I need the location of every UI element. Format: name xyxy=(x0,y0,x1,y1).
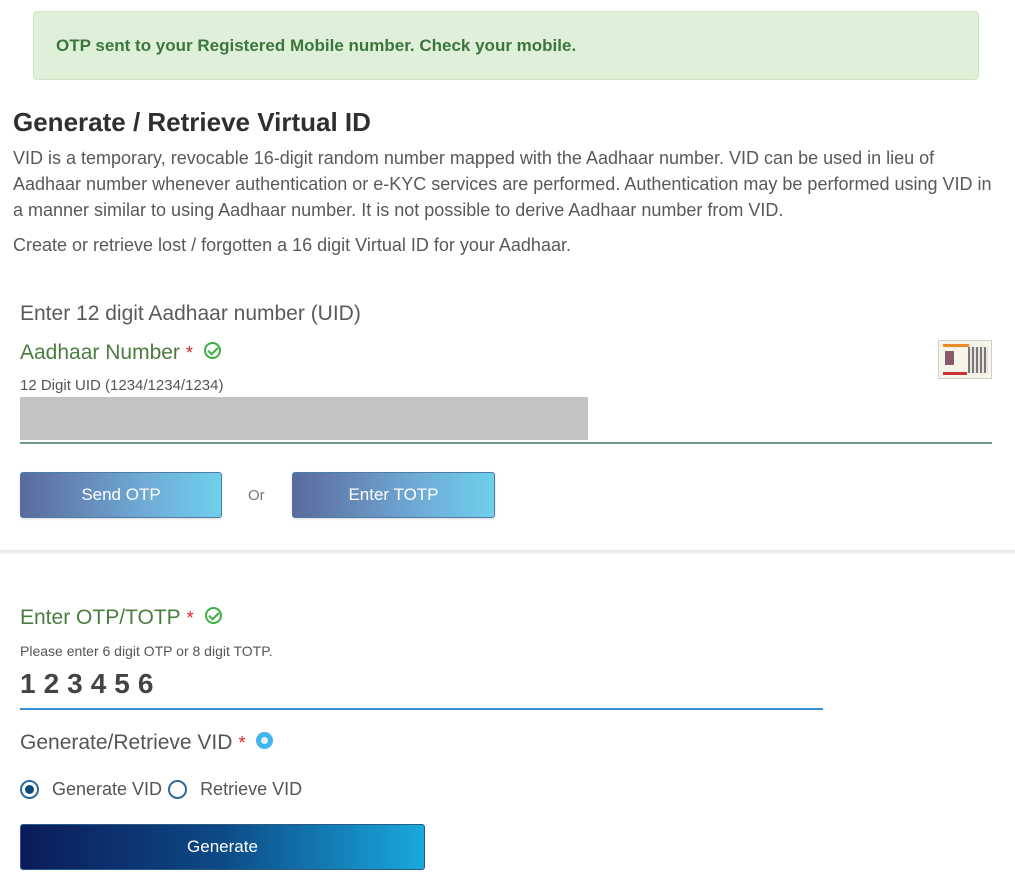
aadhaar-number-label-text: Aadhaar Number xyxy=(20,341,180,364)
aadhaar-number-input[interactable] xyxy=(20,397,992,444)
generate-vid-label[interactable]: Generate VID xyxy=(52,779,162,800)
required-asterisk: * xyxy=(238,732,246,753)
vid-radio-group: Generate VID Retrieve VID xyxy=(20,779,308,800)
section-divider xyxy=(0,550,1015,554)
vid-option-label: Generate/Retrieve VID * xyxy=(20,731,274,755)
uid-section-heading: Enter 12 digit Aadhaar number (UID) xyxy=(20,302,361,325)
or-separator: Or xyxy=(248,487,265,504)
send-otp-button[interactable]: Send OTP xyxy=(20,472,222,518)
uid-hint: 12 Digit UID (1234/1234/1234) xyxy=(20,377,224,394)
page-description: VID is a temporary, revocable 16-digit r… xyxy=(13,148,992,220)
otp-sent-alert: OTP sent to your Registered Mobile numbe… xyxy=(33,11,979,80)
page-subdescription: Create or retrieve lost / forgotten a 16… xyxy=(13,235,571,255)
generate-button[interactable]: Generate xyxy=(20,824,425,870)
vid-option-label-text: Generate/Retrieve VID xyxy=(20,731,233,754)
check-circle-icon xyxy=(203,341,221,359)
enter-totp-button[interactable]: Enter TOTP xyxy=(292,472,495,518)
otp-label-text: Enter OTP/TOTP xyxy=(20,606,181,629)
generate-vid-radio[interactable] xyxy=(20,780,39,799)
info-icon[interactable] xyxy=(256,731,274,749)
aadhaar-number-label: Aadhaar Number * xyxy=(20,341,221,365)
masked-aadhaar-value xyxy=(20,397,588,440)
retrieve-vid-label[interactable]: Retrieve VID xyxy=(200,779,302,800)
retrieve-vid-radio[interactable] xyxy=(168,780,188,799)
otp-value: 123456 xyxy=(20,668,162,699)
check-circle-icon xyxy=(204,606,222,624)
otp-hint: Please enter 6 digit OTP or 8 digit TOTP… xyxy=(20,643,273,659)
aadhaar-card-icon[interactable] xyxy=(938,340,992,379)
otp-input[interactable]: 123456 xyxy=(20,668,823,710)
otp-label: Enter OTP/TOTP * xyxy=(20,606,222,630)
alert-message: OTP sent to your Registered Mobile numbe… xyxy=(56,35,577,55)
required-asterisk: * xyxy=(185,342,193,363)
page-title: Generate / Retrieve Virtual ID xyxy=(13,107,371,137)
required-asterisk: * xyxy=(186,607,194,628)
